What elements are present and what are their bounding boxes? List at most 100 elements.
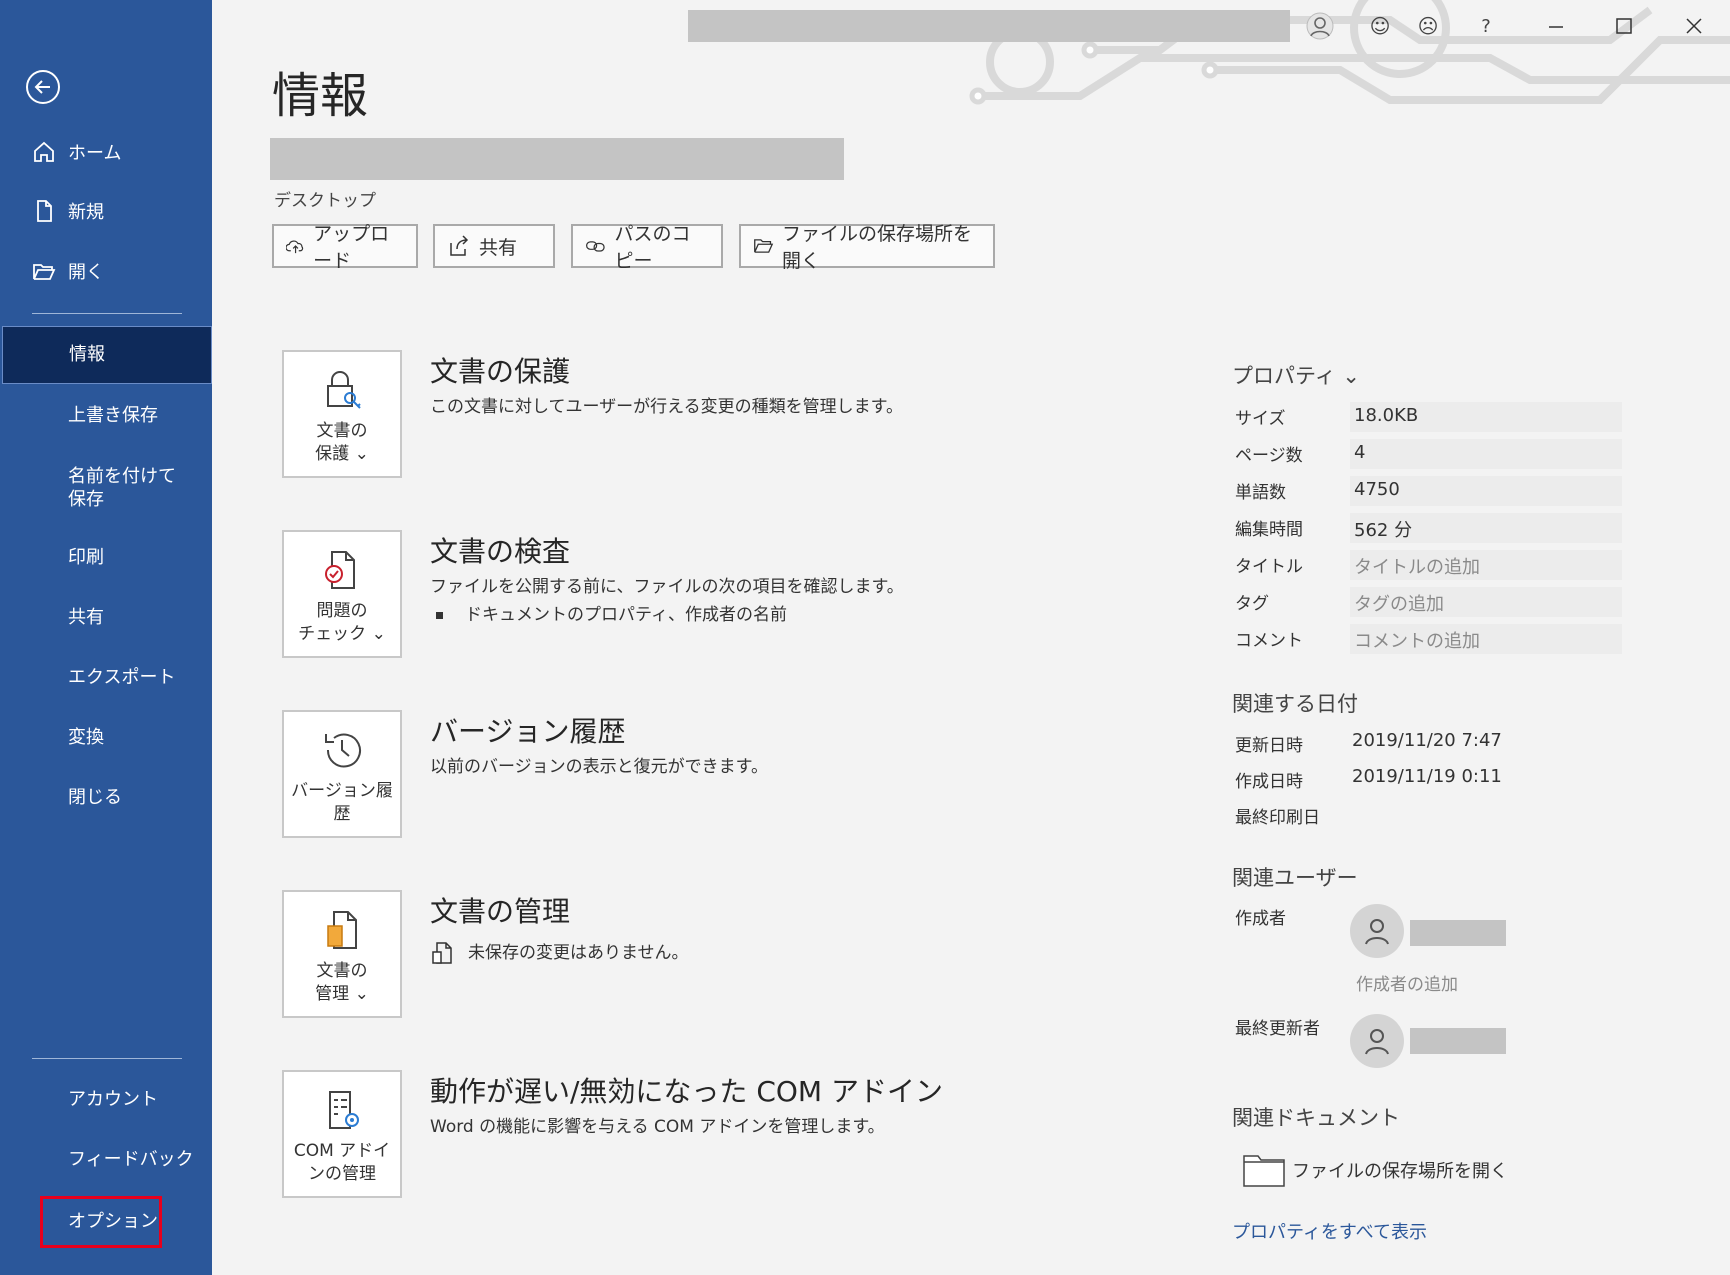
add-author-link[interactable]: 作成者の追加 (1356, 970, 1458, 995)
sidebar-divider (32, 313, 182, 314)
last-modified-by-name-redacted (1410, 1028, 1506, 1054)
nav-convert[interactable]: 変換 (0, 714, 212, 762)
page-title: 情報 (272, 68, 369, 124)
nav-export-label: エクスポート (68, 667, 176, 689)
nav-convert-label: 変換 (68, 727, 104, 749)
copy-path-button[interactable]: パスのコピー (571, 223, 723, 272)
help-label: ? (1481, 15, 1491, 37)
nav-feedback-label: フィードバック (68, 1149, 194, 1171)
folder-icon (1243, 1155, 1285, 1187)
nav-open[interactable]: 開く (0, 247, 212, 295)
sidebar-divider (32, 1058, 182, 1059)
prop-pages-key: ページ数 (1235, 446, 1303, 466)
prop-words-key: 単語数 (1235, 483, 1286, 503)
close-button[interactable] (1676, 8, 1712, 44)
frown-button[interactable]: ☹ (1410, 8, 1446, 44)
close-icon (1686, 18, 1702, 34)
nav-options-label: オプション (68, 1211, 158, 1233)
share-button[interactable]: 共有 (433, 224, 555, 268)
nav-export[interactable]: エクスポート (0, 654, 212, 702)
share-label: 共有 (479, 236, 518, 259)
manage-document-desc: 未保存の変更はありません。 (430, 938, 689, 965)
help-button[interactable]: ? (1468, 8, 1504, 44)
prop-comments-input[interactable]: コメントの追加 (1350, 624, 1622, 654)
manage-document-title: 文書の管理 (430, 895, 571, 928)
link-icon (586, 241, 605, 252)
open-file-location-button[interactable]: ファイルの保存場所を開く (739, 223, 995, 272)
manage-document-tile[interactable]: 文書の 管理 ⌄ (282, 890, 402, 1018)
nav-info[interactable]: 情報 (2, 326, 212, 384)
manage-document-icon (327, 911, 357, 949)
smile-button[interactable]: ☺ (1362, 8, 1398, 44)
author-name-redacted (1410, 920, 1506, 946)
last-printed-key: 最終印刷日 (1235, 808, 1320, 828)
open-file-location-link[interactable]: ファイルの保存場所を開く (1242, 1152, 1508, 1188)
nav-close-label: 閉じる (68, 787, 122, 809)
com-addins-title: 動作が遅い/無効になった COM アドイン (430, 1075, 943, 1108)
inspect-document-desc: ファイルを公開する前に、ファイルの次の項目を確認します。 (430, 577, 904, 597)
com-addins-desc: Word の機能に影響を与える COM アドインを管理します。 (430, 1117, 885, 1137)
com-addins-tile[interactable]: COM アドイ ンの管理 (282, 1070, 402, 1198)
nav-account-label: アカウント (68, 1089, 158, 1111)
protect-document-tile[interactable]: 文書の 保護 ⌄ (282, 350, 402, 478)
open-file-location-link-label: ファイルの保存場所を開く (1292, 1161, 1508, 1182)
nav-open-label: 開く (68, 262, 104, 283)
nav-feedback[interactable]: フィードバック (0, 1136, 212, 1184)
prop-tags-key: タグ (1235, 594, 1269, 614)
prop-size-value: 18.0KB (1350, 402, 1622, 432)
user-icon (1306, 12, 1334, 40)
prop-tags-input[interactable]: タグの追加 (1350, 587, 1622, 617)
copy-path-label: パスのコピー (614, 223, 691, 272)
inspect-bullet-text: ドキュメントのプロパティ、作成者の名前 (465, 605, 787, 625)
prop-size-key: サイズ (1235, 409, 1286, 429)
minimize-icon (1549, 26, 1563, 28)
bullet-icon (436, 611, 443, 619)
document-status-icon (432, 942, 452, 964)
last-modified-by-avatar (1350, 1014, 1404, 1068)
nav-options[interactable]: オプション (40, 1196, 162, 1248)
maximize-button[interactable] (1606, 8, 1642, 44)
minimize-button[interactable] (1538, 8, 1574, 44)
person-icon (1365, 919, 1389, 945)
nav-close[interactable]: 閉じる (0, 774, 212, 822)
account-button[interactable] (1302, 8, 1338, 44)
cloud-upload-icon (286, 240, 304, 254)
person-icon (1365, 1029, 1389, 1055)
nav-home[interactable]: ホーム (0, 128, 212, 176)
protect-document-tile-label: 文書の 保護 ⌄ (315, 421, 369, 464)
upload-button[interactable]: アップロード (272, 223, 418, 272)
nav-save-as[interactable]: 名前を付けて保存 (0, 458, 200, 518)
last-modified-by-key: 最終更新者 (1235, 1019, 1320, 1039)
nav-new-label: 新規 (68, 202, 104, 223)
prop-title-input[interactable]: タイトルの追加 (1350, 550, 1622, 580)
open-file-location-label: ファイルの保存場所を開く (781, 223, 972, 272)
prop-pages-value: 4 (1350, 439, 1622, 469)
prop-words-value: 4750 (1350, 476, 1622, 506)
home-icon (34, 141, 54, 162)
nav-save-label: 上書き保存 (68, 405, 158, 427)
share-icon (450, 235, 469, 256)
back-button[interactable] (26, 70, 60, 104)
created-date-value: 2019/11/19 0:11 (1352, 766, 1502, 787)
version-history-tile[interactable]: バージョン履 歴 (282, 710, 402, 838)
properties-heading[interactable]: プロパティ ⌄ (1232, 360, 1360, 390)
nav-account[interactable]: アカウント (0, 1076, 212, 1124)
nav-home-label: ホーム (68, 143, 122, 164)
modified-date-value: 2019/11/20 7:47 (1352, 730, 1502, 751)
nav-print[interactable]: 印刷 (0, 534, 212, 582)
nav-share[interactable]: 共有 (0, 594, 212, 642)
nav-new[interactable]: 新規 (0, 187, 212, 235)
show-all-properties-link[interactable]: プロパティをすべて表示 (1232, 1218, 1427, 1244)
version-history-desc: 以前のバージョンの表示と復元ができます。 (430, 757, 768, 777)
frown-icon: ☹ (1417, 14, 1439, 38)
author-avatar (1350, 904, 1404, 958)
inspect-bullet-item: ドキュメントのプロパティ、作成者の名前 (436, 600, 787, 625)
smile-icon: ☺ (1369, 14, 1391, 38)
file-path-redacted (270, 138, 844, 180)
nav-save[interactable]: 上書き保存 (0, 392, 212, 440)
created-date-key: 作成日時 (1235, 772, 1303, 792)
version-history-title: バージョン履歴 (430, 715, 626, 748)
modified-date-key: 更新日時 (1235, 736, 1303, 756)
prop-title-key: タイトル (1235, 557, 1303, 577)
check-issues-tile[interactable]: 問題の チェック ⌄ (282, 530, 402, 658)
